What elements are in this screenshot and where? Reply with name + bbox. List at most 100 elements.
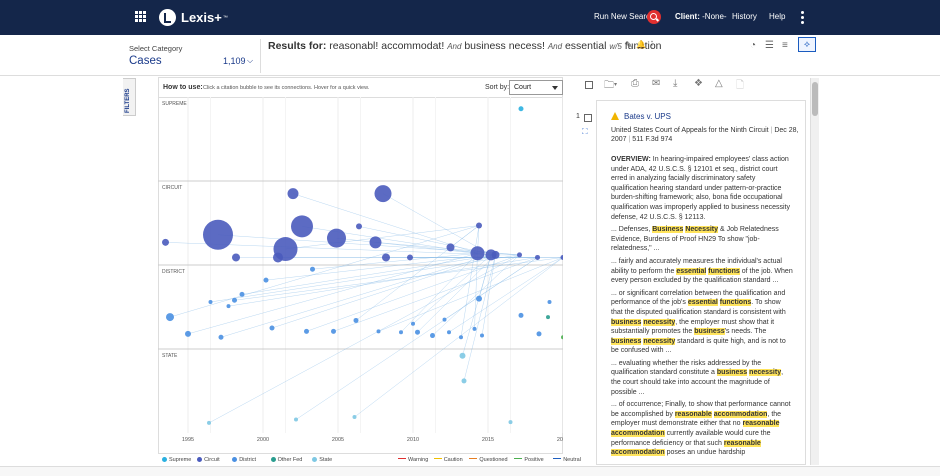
legend-label: Circuit — [204, 457, 220, 463]
case-citation: 511 F.3d 974 — [632, 136, 673, 143]
citation-bubble — [442, 317, 447, 322]
legend-item[interactable]: Positive — [514, 457, 544, 463]
snippet-text: ... Defenses, — [611, 226, 653, 234]
legend-item[interactable]: Other Fed — [270, 457, 303, 463]
timeline-view-icon[interactable]: ◔ — [750, 40, 756, 51]
legend-line-icon — [514, 457, 523, 459]
legend-label: State — [319, 457, 333, 463]
history-link[interactable]: History — [732, 12, 757, 21]
dropbox-icon[interactable]: ❖ — [694, 78, 703, 89]
category-count[interactable]: 1,109 — [223, 56, 246, 66]
snippet-paragraph: ... Defenses, Business Necessity & Job R… — [611, 225, 793, 254]
snippet-paragraph: ... evaluating whether the risks address… — [611, 359, 793, 397]
snippet-paragraph: ... or significant correlation between t… — [611, 289, 793, 356]
filters-tab[interactable]: FILTERS — [123, 78, 136, 116]
snippet-paragraph: ... fairly and accurately measures the i… — [611, 257, 793, 286]
legend-item[interactable]: State — [312, 457, 332, 463]
trademark: ™ — [222, 14, 228, 21]
citation-bubble — [369, 236, 382, 249]
citation-bubble — [415, 329, 420, 335]
legend-line-icon — [553, 457, 562, 459]
select-all-checkbox[interactable] — [585, 81, 593, 89]
citation-bubble — [203, 219, 233, 250]
search-term-highlight: business — [694, 328, 725, 336]
scrollbar-thumb[interactable] — [812, 82, 818, 116]
legend-line-icon — [398, 457, 406, 459]
category-name[interactable]: Cases — [129, 55, 162, 67]
citation-bubble — [208, 299, 213, 304]
results-scrollbar[interactable] — [810, 78, 819, 465]
list-view-icon[interactable]: ☰ — [765, 40, 774, 51]
citation-bubble — [376, 329, 381, 334]
legend-label: Other Fed — [277, 457, 303, 463]
citation-bubble — [352, 415, 357, 420]
legend-line-icon — [433, 457, 442, 459]
google-drive-icon[interactable]: △ — [715, 78, 723, 89]
citation-bubble — [374, 185, 392, 203]
search-term-highlight: Business — [652, 226, 684, 234]
client-selector[interactable]: Client: -None- — [675, 12, 727, 21]
citation-bubble — [269, 325, 275, 331]
client-label: Client: — [675, 12, 700, 21]
overview-paragraph: OVERVIEW: In hearing-impaired employees'… — [611, 155, 793, 222]
case-title-link[interactable]: Bates v. UPS — [624, 112, 671, 121]
grid-menu-icon[interactable] — [135, 11, 146, 22]
help-link[interactable]: Help — [769, 12, 785, 21]
legend-label: Neutral — [563, 457, 581, 463]
compact-view-icon[interactable]: ≡ — [782, 40, 788, 51]
lexis-logo[interactable]: Lexis+ ™ — [159, 9, 228, 26]
sort-by-select[interactable]: Court — [509, 80, 563, 95]
download-icon[interactable]: ⤓ — [673, 78, 677, 89]
snippet-text: 's needs. The — [724, 328, 767, 336]
citation-bubble — [476, 222, 482, 229]
more-options-icon[interactable]: ⋮ — [647, 40, 657, 51]
legend-label: Questioned — [479, 457, 508, 463]
result-checkbox[interactable] — [584, 114, 592, 122]
query-term: accommodat! — [381, 40, 445, 52]
citation-bubble — [218, 334, 224, 340]
legend-item[interactable]: Neutral — [553, 457, 581, 463]
app-name: Lexis+ — [181, 10, 222, 25]
search-term-highlight: reasonable — [674, 410, 712, 418]
more-vert-icon[interactable] — [801, 11, 804, 26]
results-for-query: Results for: reasonabl! accommodat! And … — [268, 40, 662, 52]
citation-bubble — [535, 254, 540, 260]
alert-bell-icon[interactable]: 🔔 — [636, 40, 646, 49]
citation-graph-panel: How to use: Click a citation bubble to s… — [158, 77, 581, 465]
warning-signal-icon[interactable] — [611, 112, 619, 120]
filters-tab-label: FILTERS — [125, 88, 131, 113]
email-icon[interactable]: ✉ — [652, 78, 660, 89]
edit-icon[interactable]: ✎ — [625, 40, 633, 51]
document-icon[interactable]: 🗋 — [736, 78, 744, 95]
citation-bubble — [207, 420, 211, 425]
citation-bubble — [546, 315, 550, 320]
run-new-search-link[interactable]: Run New Search — [594, 12, 654, 21]
legend-item[interactable]: Warning — [398, 457, 428, 463]
legend-item[interactable]: Supreme — [162, 457, 191, 463]
citation-bubble — [461, 378, 467, 384]
case-snippets: OVERVIEW: In hearing-impaired employees'… — [611, 155, 793, 461]
citation-bubble — [287, 188, 299, 200]
folder-icon[interactable]: 🗀 — [604, 78, 614, 95]
legend-item[interactable]: Circuit — [197, 457, 220, 463]
divider — [260, 39, 261, 73]
citation-bubble — [518, 106, 524, 112]
expand-icon[interactable]: ⛶ — [582, 127, 588, 137]
x-tick-label: 2010 — [407, 437, 419, 443]
citation-bubble — [476, 295, 482, 302]
legend-label: Supreme — [169, 457, 192, 463]
citation-bubble — [263, 277, 269, 283]
x-tick-label: 2005 — [332, 437, 344, 443]
graph-view-icon[interactable]: ⟡ — [798, 37, 816, 52]
chevron-down-icon[interactable]: ⌵ — [247, 56, 253, 66]
citation-bubble — [459, 335, 463, 340]
print-icon[interactable]: ⎙ — [631, 78, 639, 89]
legend-item[interactable]: District — [232, 457, 256, 463]
search-term-highlight: Necessity — [685, 226, 719, 234]
legend-dot-icon — [232, 457, 238, 462]
legend-item[interactable]: Caution — [433, 457, 463, 463]
search-icon[interactable] — [647, 10, 661, 24]
legend-item[interactable]: Questioned — [469, 457, 508, 463]
snippet-text: poses an undue hardship — [664, 449, 746, 457]
chevron-down-icon[interactable]: ▾ — [614, 81, 617, 88]
